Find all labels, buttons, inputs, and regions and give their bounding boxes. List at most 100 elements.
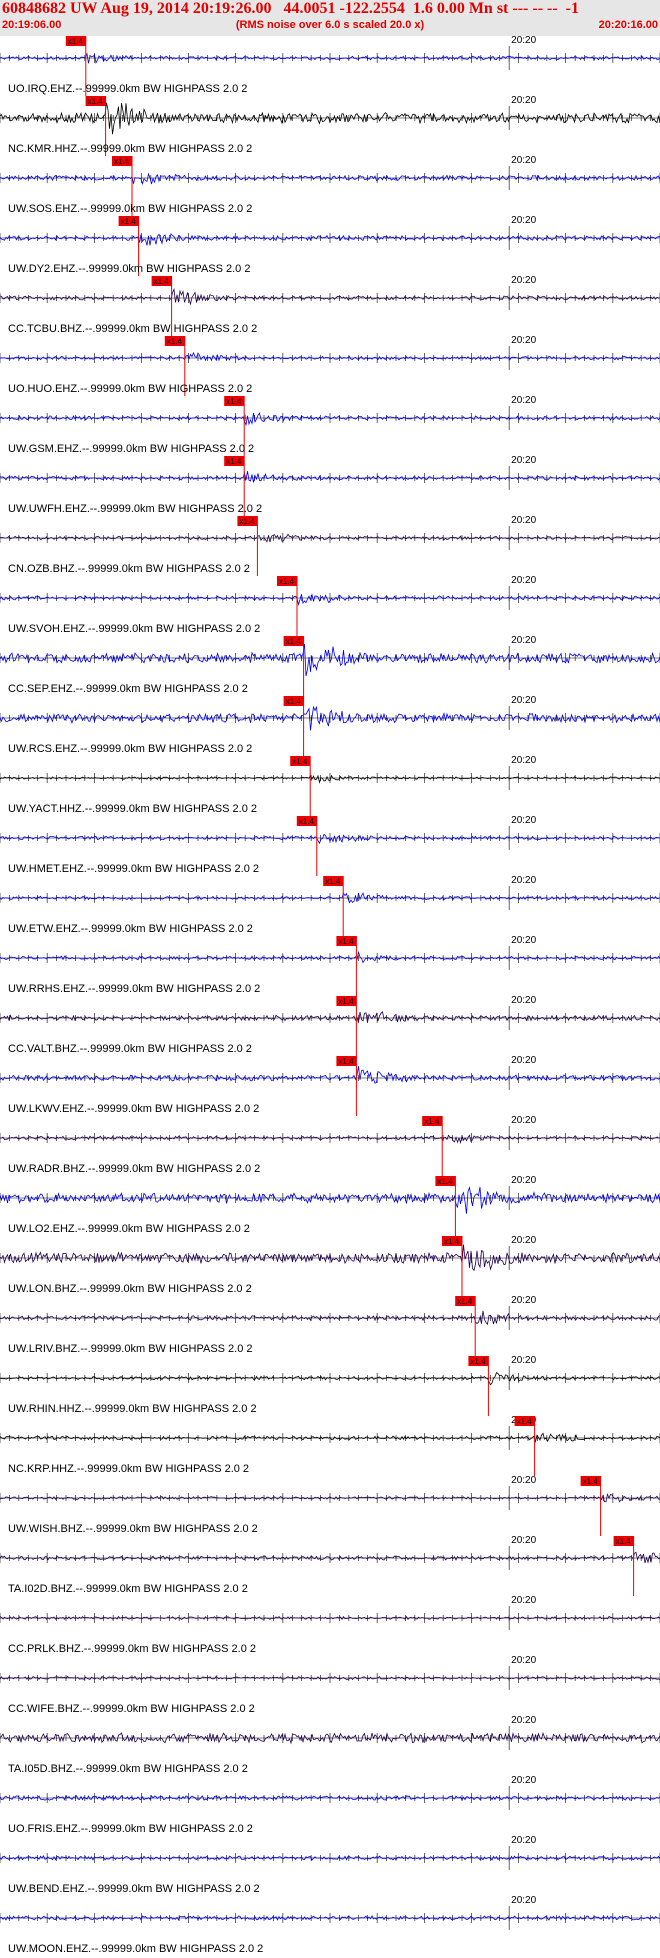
minute-label: 20:20 bbox=[511, 335, 536, 346]
minute-label: 20:20 bbox=[511, 1355, 536, 1366]
trace-22: 20:20 x1.4 UW.LRIV.BHZ.--.99999.0km BW HIG… bbox=[0, 1295, 660, 1356]
pick-label: x1.4 bbox=[437, 1177, 453, 1186]
trace-9: 20:20 x1.4 CN.OZB.BHZ.--.99999.0km BW HIGH… bbox=[0, 515, 660, 576]
station-label: UW.RHIN.HHZ.--.99999.0km BW HIGHPASS 2.0… bbox=[8, 1403, 257, 1415]
trace-31: 20:20 UW.BEND.EHZ.--.99999.0km BW HIGHPAS… bbox=[0, 1835, 660, 1895]
minute-label: 20:20 bbox=[511, 575, 536, 586]
station-label: CC.WIFE.BHZ.--.99999.0km BW HIGHPASS 2.0… bbox=[8, 1703, 255, 1715]
minute-label: 20:20 bbox=[511, 455, 536, 466]
trace-30: 20:20 UO.FRIS.EHZ.--.99999.0km BW HIGHPAS… bbox=[0, 1775, 660, 1835]
pick-label: x1.4 bbox=[338, 937, 354, 946]
pick-label: x1.4 bbox=[286, 697, 302, 706]
pick-label: x1.4 bbox=[299, 817, 315, 826]
minute-label: 20:20 bbox=[511, 1295, 536, 1306]
station-label: UW.UWFH.EHZ.--.99999.0km BW HIGHPASS 2.0… bbox=[8, 503, 262, 515]
waveform bbox=[0, 643, 660, 677]
trace-15: 20:20 x1.4 UW.ETW.EHZ.--.99999.0km BW HIGH… bbox=[0, 875, 660, 936]
minute-label: 20:20 bbox=[511, 1475, 536, 1486]
minute-label: 20:20 bbox=[511, 755, 536, 766]
station-label: UW.LON.BHZ.--.99999.0km BW HIGHPASS 2.0 … bbox=[8, 1283, 252, 1295]
trace-2: 20:20 x1.4 NC.KMR.HHZ.--.99999.0km BW HIGH… bbox=[0, 95, 660, 156]
trace-20: 20:20 x1.4 UW.LO2.EHZ.--.99999.0km BW HIGH… bbox=[0, 1175, 660, 1236]
trace-17: 20:20 x1.4 CC.VALT.BHZ.--.99999.0km BW HIG… bbox=[0, 995, 660, 1056]
station-label: UW.DY2.EHZ.--.99999.0km BW HIGHPASS 2.0 … bbox=[8, 263, 250, 275]
station-label: CC.PRLK.BHZ.--.99999.0km BW HIGHPASS 2.0… bbox=[8, 1643, 256, 1655]
minute-label: 20:20 bbox=[511, 1775, 536, 1786]
trace-7: 20:20 x1.4 UW.GSM.EHZ.--.99999.0km BW HIGH… bbox=[0, 395, 660, 456]
trace-29: 20:20 TA.I05D.BHZ.--.99999.0km BW HIGHPAS… bbox=[0, 1715, 660, 1775]
trace-16: 20:20 x1.4 UW.RRHS.EHZ.--.99999.0km BW HIG… bbox=[0, 935, 660, 996]
minute-label: 20:20 bbox=[511, 515, 536, 526]
trace-26: 20:20 x1.4 TA.I02D.BHZ.--.99999.0km BW HIG… bbox=[0, 1535, 660, 1596]
station-label: UW.BEND.EHZ.--.99999.0km BW HIGHPASS 2.0… bbox=[8, 1883, 260, 1895]
station-label: UW.RCS.EHZ.--.99999.0km BW HIGHPASS 2.0 … bbox=[8, 743, 252, 755]
station-label: UW.SOS.EHZ.--.99999.0km BW HIGHPASS 2.0 … bbox=[8, 203, 252, 215]
pick-label: x1.4 bbox=[226, 457, 242, 466]
minute-label: 20:20 bbox=[511, 875, 536, 886]
pick-label: x1.4 bbox=[279, 577, 295, 586]
station-label: UW.GSM.EHZ.--.99999.0km BW HIGHPASS 2.0 … bbox=[8, 443, 254, 455]
pick-label: x1.4 bbox=[424, 1117, 440, 1126]
minute-label: 20:20 bbox=[511, 1175, 536, 1186]
trace-5: 20:20 x1.4 CC.TCBU.BHZ.--.99999.0km BW HIG… bbox=[0, 275, 660, 336]
trace-13: 20:20 x1.4 UW.YACT.HHZ.--.99999.0km BW HIG… bbox=[0, 755, 660, 816]
minute-label: 20:20 bbox=[511, 95, 536, 106]
pick-label: x1.4 bbox=[286, 637, 302, 646]
trace-25: 20:20 x1.4 UW.WISH.BHZ.--.99999.0km BW HIG… bbox=[0, 1475, 660, 1536]
station-label: CN.OZB.BHZ.--.99999.0km BW HIGHPASS 2.0 … bbox=[8, 563, 250, 575]
station-label: UW.RRHS.EHZ.--.99999.0km BW HIGHPASS 2.0… bbox=[8, 983, 260, 995]
trace-14: 20:20 x1.4 UW.HMET.EHZ.--.99999.0km BW HIG… bbox=[0, 815, 660, 876]
pick-label: x1.4 bbox=[583, 1477, 599, 1486]
pick-label: x1.4 bbox=[226, 397, 242, 406]
event-title: 60848682 UW Aug 19, 2014 20:19:26.00 44.… bbox=[2, 0, 579, 17]
station-label: UW.YACT.HHZ.--.99999.0km BW HIGHPASS 2.0… bbox=[8, 803, 257, 815]
minute-label: 20:20 bbox=[511, 1235, 536, 1246]
minute-label: 20:20 bbox=[511, 36, 536, 46]
station-label: UO.HUO.EHZ.--.99999.0km BW HIGHPASS 2.0 … bbox=[8, 383, 252, 395]
minute-label: 20:20 bbox=[511, 935, 536, 946]
station-label: UW.ETW.EHZ.--.99999.0km BW HIGHPASS 2.0 … bbox=[8, 923, 253, 935]
minute-label: 20:20 bbox=[511, 215, 536, 226]
pick-label: x1.4 bbox=[68, 37, 84, 46]
trace-27: 20:20 CC.PRLK.BHZ.--.99999.0km BW HIGHPAS… bbox=[0, 1595, 660, 1655]
pick-label: x1.4 bbox=[325, 877, 341, 886]
station-label: UW.MOON.EHZ.--.99999.0km BW HIGHPASS 2.0… bbox=[8, 1943, 263, 1955]
station-label: UW.RADR.BHZ.--.99999.0km BW HIGHPASS 2.0… bbox=[8, 1163, 260, 1175]
station-label: TA.I05D.BHZ.--.99999.0km BW HIGHPASS 2.0… bbox=[8, 1763, 248, 1775]
seismogram-plot: 20:20 x1.4 UO.IRQ.EHZ.--.99999.0km BW HIGH… bbox=[0, 36, 660, 1955]
station-label: UW.LKWV.EHZ.--.99999.0km BW HIGHPASS 2.0… bbox=[8, 1103, 259, 1115]
pick-label: x1.4 bbox=[167, 337, 183, 346]
trace-12: 20:20 x1.4 UW.RCS.EHZ.--.99999.0km BW HIGH… bbox=[0, 695, 660, 756]
minute-label: 20:20 bbox=[511, 1535, 536, 1546]
trace-1: 20:20 x1.4 UO.IRQ.EHZ.--.99999.0km BW HIGH… bbox=[0, 36, 660, 96]
minute-label: 20:20 bbox=[511, 1055, 536, 1066]
station-label: UW.WISH.BHZ.--.99999.0km BW HIGHPASS 2.0… bbox=[8, 1523, 258, 1535]
station-label: UO.FRIS.EHZ.--.99999.0km BW HIGHPASS 2.0… bbox=[8, 1823, 253, 1835]
minute-label: 20:20 bbox=[511, 1715, 536, 1726]
station-label: UW.SVOH.EHZ.--.99999.0km BW HIGHPASS 2.0… bbox=[8, 623, 260, 635]
minute-label: 20:20 bbox=[511, 1115, 536, 1126]
station-label: CC.VALT.BHZ.--.99999.0km BW HIGHPASS 2.0… bbox=[8, 1043, 252, 1055]
pick-label: x1.4 bbox=[338, 997, 354, 1006]
pick-label: x1.4 bbox=[114, 157, 130, 166]
station-label: UO.IRQ.EHZ.--.99999.0km BW HIGHPASS 2.0 … bbox=[8, 83, 247, 95]
plot-header: 60848682 UW Aug 19, 2014 20:19:26.00 44.… bbox=[0, 0, 660, 36]
pick-label: x1.4 bbox=[121, 217, 137, 226]
minute-label: 20:20 bbox=[511, 635, 536, 646]
pick-label: x1.4 bbox=[470, 1357, 486, 1366]
pick-label: x1.4 bbox=[292, 757, 308, 766]
minute-label: 20:20 bbox=[511, 815, 536, 826]
trace-24: 20:20x1.4NC.KRP.HHZ.--.99999.0km BW HIGH… bbox=[0, 1415, 660, 1476]
station-label: UW.LO2.EHZ.--.99999.0km BW HIGHPASS 2.0 … bbox=[8, 1223, 250, 1235]
minute-label: 20:20 bbox=[511, 1895, 536, 1906]
end-time: 20:20:16.00 bbox=[598, 19, 658, 31]
minute-label: 20:20 bbox=[511, 1655, 536, 1666]
pick-label: x1.4 bbox=[239, 517, 255, 526]
trace-23: 20:20 x1.4 UW.RHIN.HHZ.--.99999.0km BW HIG… bbox=[0, 1355, 660, 1416]
minute-label: 20:20 bbox=[511, 1835, 536, 1846]
minute-label: 20:20 bbox=[511, 275, 536, 286]
trace-11: 20:20 x1.4 CC.SEP.EHZ.--.99999.0km BW HIGH… bbox=[0, 635, 660, 696]
trace-18: 20:20 x1.4 UW.LKWV.EHZ.--.99999.0km BW HIG… bbox=[0, 1055, 660, 1116]
trace-28: 20:20 CC.WIFE.BHZ.--.99999.0km BW HIGHPAS… bbox=[0, 1655, 660, 1715]
trace-8: 20:20 x1.4 UW.UWFH.EHZ.--.99999.0km BW HIG… bbox=[0, 455, 660, 516]
